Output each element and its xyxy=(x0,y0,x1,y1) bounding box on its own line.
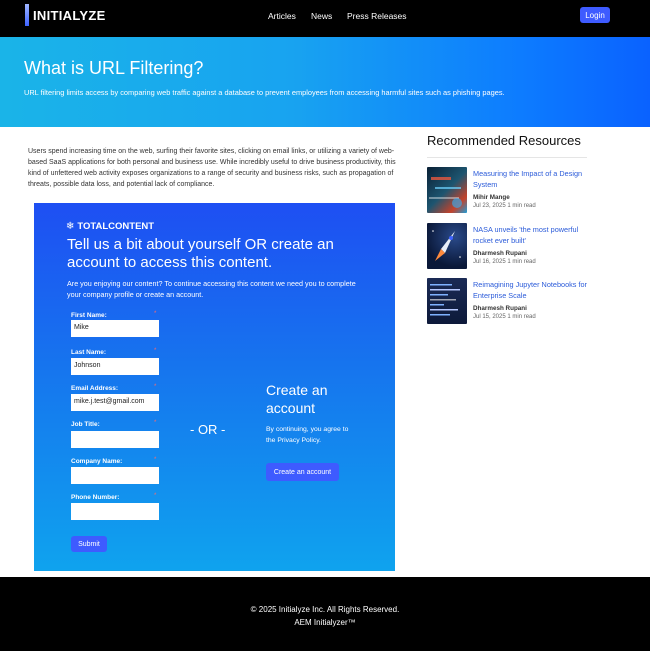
resource-thumbnail[interactable] xyxy=(427,223,467,269)
resource-meta: Jul 23, 2025 1 min read xyxy=(473,203,536,209)
brand-logo[interactable]: INITIALYZE xyxy=(25,4,106,26)
article-intro: Users spend increasing time on the web, … xyxy=(28,148,396,188)
email-label: Email Address: xyxy=(71,385,119,392)
recommended-resources-heading: Recommended Resources xyxy=(427,133,581,148)
totalcontent-logo: ❄ TOTALCONTENT xyxy=(66,221,154,232)
phone-number-field[interactable] xyxy=(71,503,159,520)
hero-banner: What is URL Filtering? URL filtering lim… xyxy=(0,37,650,127)
first-name-label: First Name: xyxy=(71,312,107,319)
company-name-field[interactable] xyxy=(71,467,159,484)
create-account-terms: By continuing, you agree to the Privacy … xyxy=(266,426,349,444)
resource-author: Dharmesh Rupani xyxy=(473,250,527,257)
last-name-label: Last Name: xyxy=(71,349,107,356)
job-title-field[interactable] xyxy=(71,431,159,448)
resource-title[interactable]: Measuring the Impact of a Design System xyxy=(473,168,591,190)
resource-meta: Jul 15, 2025 1 min read xyxy=(473,314,536,320)
content-gate-card: ❄ TOTALCONTENT Tell us a bit about yours… xyxy=(34,203,395,571)
sidebar-divider xyxy=(427,157,587,158)
gate-description: Are you enjoying our content? To continu… xyxy=(67,279,356,299)
footer-tagline: AEM Initialyzer™ xyxy=(294,618,356,627)
required-marker: * xyxy=(154,311,157,317)
or-divider: - OR - xyxy=(190,422,226,437)
footer-copyright: © 2025 Initialyze Inc. All Rights Reserv… xyxy=(250,605,400,614)
resource-item[interactable]: Measuring the Impact of a Design System … xyxy=(427,167,597,215)
totalcontent-brand: TOTALCONTENT xyxy=(77,221,155,232)
resource-title[interactable]: Reimagining Jupyter Notebooks for Enterp… xyxy=(473,279,591,301)
brand-name: INITIALYZE xyxy=(33,7,106,23)
resource-item[interactable]: NASA unveils 'the most powerful rocket e… xyxy=(427,223,597,271)
gate-title: Tell us a bit about yourself OR create a… xyxy=(67,236,334,271)
snowflake-icon: ❄ xyxy=(66,221,75,232)
phone-number-label: Phone Number: xyxy=(71,494,120,501)
resource-thumbnail[interactable] xyxy=(427,167,467,213)
page-subtitle: URL filtering limits access by comparing… xyxy=(24,88,505,97)
login-button[interactable]: Login xyxy=(580,7,610,23)
top-navigation-bar: INITIALYZE Articles News Press Releases … xyxy=(0,0,650,37)
create-account-button[interactable]: Create an account xyxy=(266,463,339,481)
required-marker: * xyxy=(154,384,157,390)
page-title: What is URL Filtering? xyxy=(24,58,204,78)
email-field[interactable]: mike.j.test@gmail.com xyxy=(71,394,159,411)
logo-icon xyxy=(25,4,29,26)
nav-articles[interactable]: Articles xyxy=(268,11,296,21)
create-account-heading: Create an account xyxy=(266,382,328,416)
resource-author: Mihir Mange xyxy=(473,194,510,201)
nav-news[interactable]: News xyxy=(311,11,332,21)
nav-press-releases[interactable]: Press Releases xyxy=(347,11,407,21)
resource-item[interactable]: Reimagining Jupyter Notebooks for Enterp… xyxy=(427,278,597,326)
required-marker: * xyxy=(154,457,157,463)
required-marker: * xyxy=(154,420,157,426)
submit-button[interactable]: Submit xyxy=(71,536,107,552)
required-marker: * xyxy=(154,348,157,354)
required-marker: * xyxy=(154,493,157,499)
resource-meta: Jul 16, 2025 1 min read xyxy=(473,259,536,265)
resource-thumbnail[interactable] xyxy=(427,278,467,324)
company-name-label: Company Name: xyxy=(71,458,123,465)
resource-author: Dharmesh Rupani xyxy=(473,305,527,312)
last-name-field[interactable]: Johnson xyxy=(71,358,159,375)
resource-title[interactable]: NASA unveils 'the most powerful rocket e… xyxy=(473,224,591,246)
page-footer: © 2025 Initialyze Inc. All Rights Reserv… xyxy=(0,577,650,651)
job-title-label: Job Title: xyxy=(71,421,100,428)
first-name-field[interactable]: Mike xyxy=(71,320,159,337)
